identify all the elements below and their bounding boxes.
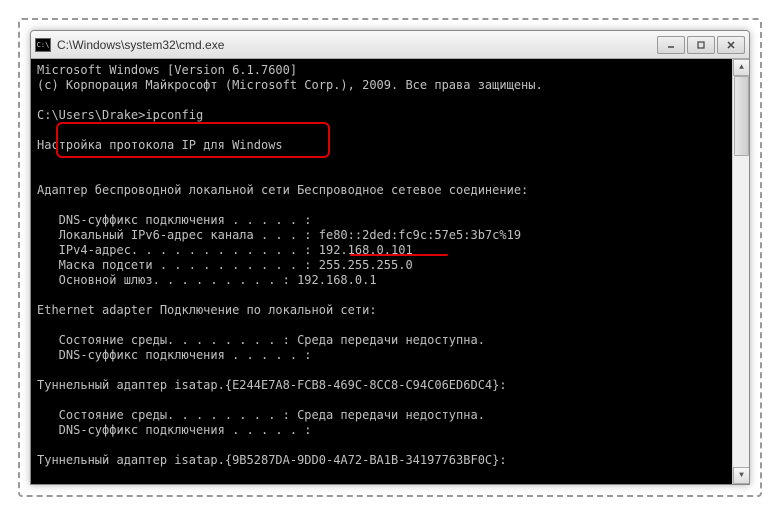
- cmd-window: C:\ C:\Windows\system32\cmd.exe Microsof…: [30, 30, 750, 485]
- close-button[interactable]: [717, 36, 745, 54]
- terminal-output[interactable]: Microsoft Windows [Version 6.1.7600] (c)…: [31, 59, 749, 484]
- scroll-up-arrow[interactable]: ▲: [733, 59, 750, 76]
- vertical-scrollbar[interactable]: ▲ ▼: [732, 59, 749, 484]
- cmd-icon: C:\: [35, 38, 51, 52]
- minimize-button[interactable]: [657, 36, 685, 54]
- window-controls: [657, 36, 745, 54]
- maximize-button[interactable]: [687, 36, 715, 54]
- scroll-thumb[interactable]: [734, 76, 749, 156]
- scroll-down-arrow[interactable]: ▼: [733, 467, 750, 484]
- titlebar[interactable]: C:\ C:\Windows\system32\cmd.exe: [31, 31, 749, 59]
- window-title: C:\Windows\system32\cmd.exe: [57, 38, 657, 52]
